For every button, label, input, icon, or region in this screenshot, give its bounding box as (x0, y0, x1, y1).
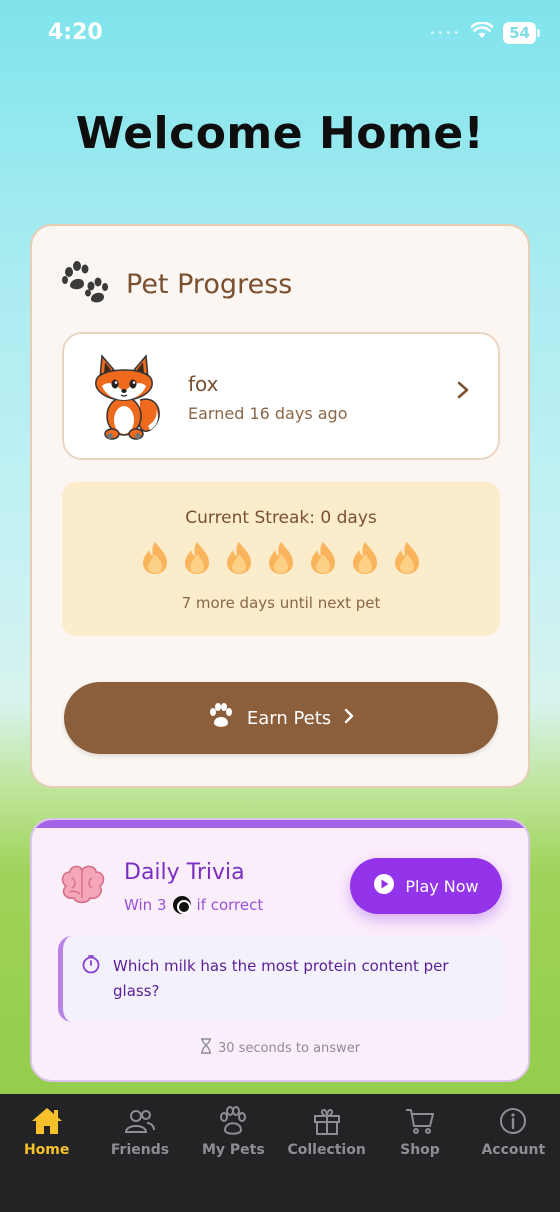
friends-icon (93, 1106, 186, 1136)
reward-prefix: Win 3 (124, 896, 167, 914)
tab-label: Account (481, 1142, 546, 1158)
tab-label: Collection (287, 1142, 366, 1158)
bottom-tab-bar: Home Friends My Pets Collection Shop Acc… (0, 1094, 560, 1212)
play-now-button[interactable]: Play Now (350, 858, 502, 914)
earn-pets-label: Earn Pets (246, 707, 332, 729)
cart-icon (373, 1106, 466, 1136)
brain-icon (58, 862, 106, 910)
tab-collection[interactable]: Collection (280, 1094, 373, 1212)
wifi-icon (470, 21, 494, 44)
tab-home[interactable]: Home (0, 1094, 93, 1212)
trivia-title: Daily Trivia (124, 860, 245, 885)
pet-progress-title: Pet Progress (126, 268, 293, 300)
earn-pets-button[interactable]: Earn Pets (64, 682, 498, 754)
chevron-right-icon (343, 707, 355, 730)
streak-flames (62, 540, 500, 576)
page-title: Welcome Home! (75, 108, 485, 159)
flame-icon (391, 540, 423, 576)
paw-icon (207, 702, 235, 734)
tab-account[interactable]: Account (467, 1094, 560, 1212)
signal-dots-icon: •••• (429, 27, 462, 39)
pet-progress-header: Pet Progress (60, 260, 292, 308)
pet-progress-card: Pet Progress fox Earned 16 days ago Curr… (30, 224, 530, 788)
tab-label: Friends (110, 1142, 170, 1158)
battery-indicator: 54 (503, 22, 540, 44)
stopwatch-icon (81, 954, 101, 978)
status-icons: •••• 54 (429, 21, 540, 44)
paw-icon (187, 1106, 280, 1136)
trivia-reward: Win 3 if correct (124, 896, 263, 914)
answer-timer: 30 seconds to answer (32, 1038, 528, 1058)
timer-text: 30 seconds to answer (217, 1040, 361, 1056)
tab-friends[interactable]: Friends (93, 1094, 186, 1212)
pet-earned-date: Earned 16 days ago (188, 404, 348, 423)
streak-title: Current Streak: 0 days (185, 508, 377, 528)
flame-icon (307, 540, 339, 576)
chevron-right-icon (456, 380, 470, 404)
status-time: 4:20 (48, 20, 103, 45)
tab-my-pets[interactable]: My Pets (187, 1094, 280, 1212)
question-text: Which milk has the most protein content … (113, 957, 449, 1000)
tab-shop[interactable]: Shop (373, 1094, 466, 1212)
flame-icon (139, 540, 171, 576)
tab-label: Shop (400, 1142, 440, 1158)
flame-icon (349, 540, 381, 576)
play-icon (373, 873, 395, 899)
trivia-accent-bar (32, 820, 528, 828)
streak-box: Current Streak: 0 days 7 more days until… (62, 482, 500, 636)
paws-icon (60, 260, 108, 308)
info-icon (467, 1106, 560, 1136)
question-box: Which milk has the most protein content … (58, 936, 504, 1022)
hourglass-icon (200, 1038, 212, 1058)
fox-avatar (88, 350, 164, 442)
reward-suffix: if correct (196, 896, 264, 914)
pet-row[interactable]: fox Earned 16 days ago (62, 332, 500, 460)
home-icon (0, 1106, 93, 1136)
streak-subtitle: 7 more days until next pet (181, 594, 381, 612)
coin-icon (172, 896, 191, 914)
tab-label: My Pets (201, 1142, 265, 1158)
pet-name: fox (188, 372, 219, 396)
daily-trivia-card: Daily Trivia Win 3 if correct Play Now W… (30, 818, 530, 1082)
gift-icon (280, 1106, 373, 1136)
tab-label: Home (23, 1142, 70, 1158)
flame-icon (265, 540, 297, 576)
status-bar: 4:20 •••• 54 (0, 0, 560, 70)
play-now-label: Play Now (405, 876, 479, 896)
flame-icon (223, 540, 255, 576)
flame-icon (181, 540, 213, 576)
